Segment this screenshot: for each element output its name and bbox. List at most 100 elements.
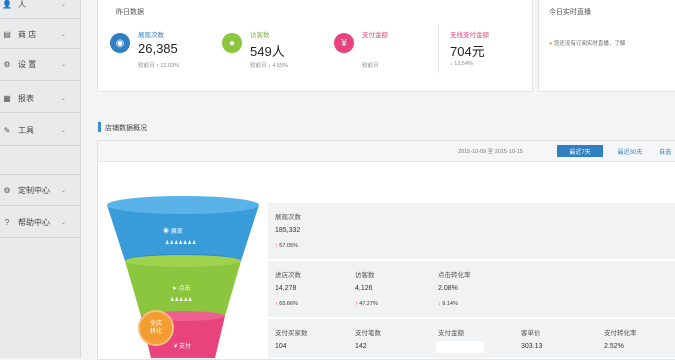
sidebar-item-report[interactable]: ▦ 报表 ⌄ xyxy=(0,86,80,110)
eye-icon: ◉ xyxy=(110,33,130,53)
metric-label: 支付买家数 xyxy=(275,330,308,337)
divider xyxy=(0,174,80,175)
sidebar-item-help-center[interactable]: ? 帮助中心 ⌄ xyxy=(0,210,80,234)
warning-icon: ● xyxy=(549,41,553,47)
trend-up-icon: ↑ xyxy=(355,301,358,307)
people-icon: ♟♟♟♟♟ xyxy=(170,297,193,303)
divider xyxy=(0,48,80,49)
date-start: 2015-10-09 xyxy=(458,149,487,155)
metric-change-value: 65.66% xyxy=(279,301,298,307)
eye-icon: ◉ xyxy=(163,229,170,235)
funnel-stage-label: 支付 xyxy=(179,344,192,350)
chevron-down-icon: ⌄ xyxy=(60,127,66,134)
funnel-stage-label: 点击 xyxy=(178,286,191,292)
funnel-row-clicks: 进店次数 14,278 ↑ 65.66% 访客数 4,126 ↑ 47.27% … xyxy=(268,261,675,317)
chevron-down-icon: ⌄ xyxy=(60,219,66,226)
metric-change: ↓ 9.14% xyxy=(438,301,458,307)
divider xyxy=(438,25,439,73)
last-30-days-button[interactable]: 最近30天 xyxy=(610,145,650,157)
sidebar-item-label: 定制中心 xyxy=(18,185,50,195)
stat-label: 展现次数 xyxy=(138,32,164,39)
metric-label: 支付转化率 xyxy=(604,330,637,337)
conversion-badge[interactable]: 全店 转化 xyxy=(138,310,174,346)
funnel-label-payment: ¥ 支付 xyxy=(174,341,191,350)
stat-value: 549人 xyxy=(250,44,285,59)
stat-compare-label: 较前日 xyxy=(250,63,267,69)
divider xyxy=(0,205,80,206)
stat-label: 无线支付金额 xyxy=(450,32,489,39)
stat-compare-label: 较前日 xyxy=(138,63,155,69)
divider xyxy=(0,18,80,19)
panel-title: 昨日数据 xyxy=(116,9,144,16)
sidebar-item-settings[interactable]: ⚙ 设 置 ⌄ xyxy=(0,52,80,76)
realtime-panel: 今日实时直播 ● 您还没有订阅实时直播，了解 xyxy=(538,0,675,92)
metric-label: 客单价 xyxy=(521,330,541,337)
metric-label: 支付笔数 xyxy=(355,330,381,337)
funnel-top xyxy=(107,196,259,214)
divider xyxy=(0,80,80,81)
sidebar-item-label: 商 店 xyxy=(18,29,37,39)
badge-line1: 全店 xyxy=(149,321,162,327)
trend-up-icon: ↑ xyxy=(275,243,278,249)
trend-up-icon: ↑ xyxy=(275,301,278,307)
chevron-down-icon: ⌄ xyxy=(60,31,66,38)
sidebar-item-store[interactable]: ▤ 商 店 ⌄ xyxy=(0,22,80,46)
metric-value: 104 xyxy=(275,343,287,350)
settings-icon: ⚙ xyxy=(3,185,11,195)
metric-change-value: 47.27% xyxy=(359,301,378,307)
divider xyxy=(0,237,80,238)
sidebar-item-custom-center[interactable]: ⚙ 定制中心 ⌄ xyxy=(0,178,80,202)
date-range: 2015-10-09 至 2015-10-15 xyxy=(458,147,523,155)
sidebar-item-label: 帮助中心 xyxy=(18,217,50,227)
metric-label: 访客数 xyxy=(355,272,375,279)
custom-range-button[interactable]: 自选 xyxy=(654,145,675,157)
funnel-label-impressions: ◉ 展现 xyxy=(163,226,183,235)
metric-value: 14,278 xyxy=(275,285,297,292)
funnel-edge xyxy=(125,255,241,267)
store-icon: ▤ xyxy=(3,29,11,39)
metric-label: 支付金额 xyxy=(438,330,464,337)
last-7-days-button[interactable]: 最近7天 xyxy=(557,145,603,157)
sidebar-item-label: 设 置 xyxy=(18,59,37,69)
stat-compare: 较前日 xyxy=(362,61,379,69)
metric-label: 展现次数 xyxy=(275,214,301,221)
cursor-icon: ➤ xyxy=(172,286,178,292)
people-icon: ♟♟♟♟♟♟♟ xyxy=(165,240,197,246)
metric-value: 142 xyxy=(355,343,367,350)
funnel-label-clicks: ➤ 点击 xyxy=(172,283,191,292)
sidebar-item-user[interactable]: 👤 人 ⌄ xyxy=(0,0,80,16)
metric-label: 点击转化率 xyxy=(438,272,471,279)
metric-change: ↑ 57.05% xyxy=(275,243,298,249)
report-icon: ▦ xyxy=(3,93,11,103)
funnel-chart xyxy=(107,196,259,358)
date-end: 2015-10-15 xyxy=(494,149,523,155)
metric-value: 2.08% xyxy=(438,285,458,292)
funnel-row-impressions: 展现次数 185,332 ↑ 57.05% xyxy=(268,203,675,259)
metric-label: 进店次数 xyxy=(275,272,301,279)
help-icon: ? xyxy=(4,217,10,227)
stat-compare: 较前日 ↑ 12.03% xyxy=(138,61,179,69)
metric-value: 4,126 xyxy=(355,285,373,292)
metric-value: 185,332 xyxy=(275,227,301,234)
sidebar-item-label: 工具 xyxy=(18,125,34,135)
stat-change: 12.03% xyxy=(160,63,179,69)
gear-icon: ⚙ xyxy=(3,59,11,69)
sidebar-item-tools[interactable]: ✎ 工具 ⌄ xyxy=(0,118,80,142)
sidebar-item-label: 报表 xyxy=(18,93,34,103)
date-toolbar: 2015-10-09 至 2015-10-15 最近7天 最近30天 自选 xyxy=(98,141,675,162)
realtime-notice[interactable]: ● 您还没有订阅实时直播，了解 xyxy=(549,39,625,47)
stat-label: 访客数 xyxy=(250,32,270,39)
yen-icon: ¥ xyxy=(334,33,354,53)
divider xyxy=(0,112,80,113)
sidebar: 👤 人 ⌄ ▤ 商 店 ⌄ ⚙ 设 置 ⌄ ▦ 报表 ⌄ ✎ 工具 ⌄ ⚙ 定制… xyxy=(0,0,81,358)
trend-down-icon: ↓ xyxy=(438,301,441,307)
stat-compare: 较前日 ↓ 4.55% xyxy=(250,61,288,69)
metric-value: 303.13 xyxy=(521,343,543,350)
funnel-row-payment: 支付买家数 104 支付笔数 142 支付金额 客单价 303.13 支付转化率… xyxy=(268,319,675,358)
chevron-down-icon: ⌄ xyxy=(60,95,66,102)
sidebar-item-label: 人 xyxy=(18,0,26,9)
trend-up-icon: ↑ xyxy=(156,63,159,69)
yesterday-panel: 昨日数据 ◉ 展现次数 26,385 较前日 ↑ 12.03% ● 访客数 54… xyxy=(97,0,533,92)
stat-change: 4.55% xyxy=(272,63,288,69)
trend-down-icon: ↓ xyxy=(450,61,453,67)
